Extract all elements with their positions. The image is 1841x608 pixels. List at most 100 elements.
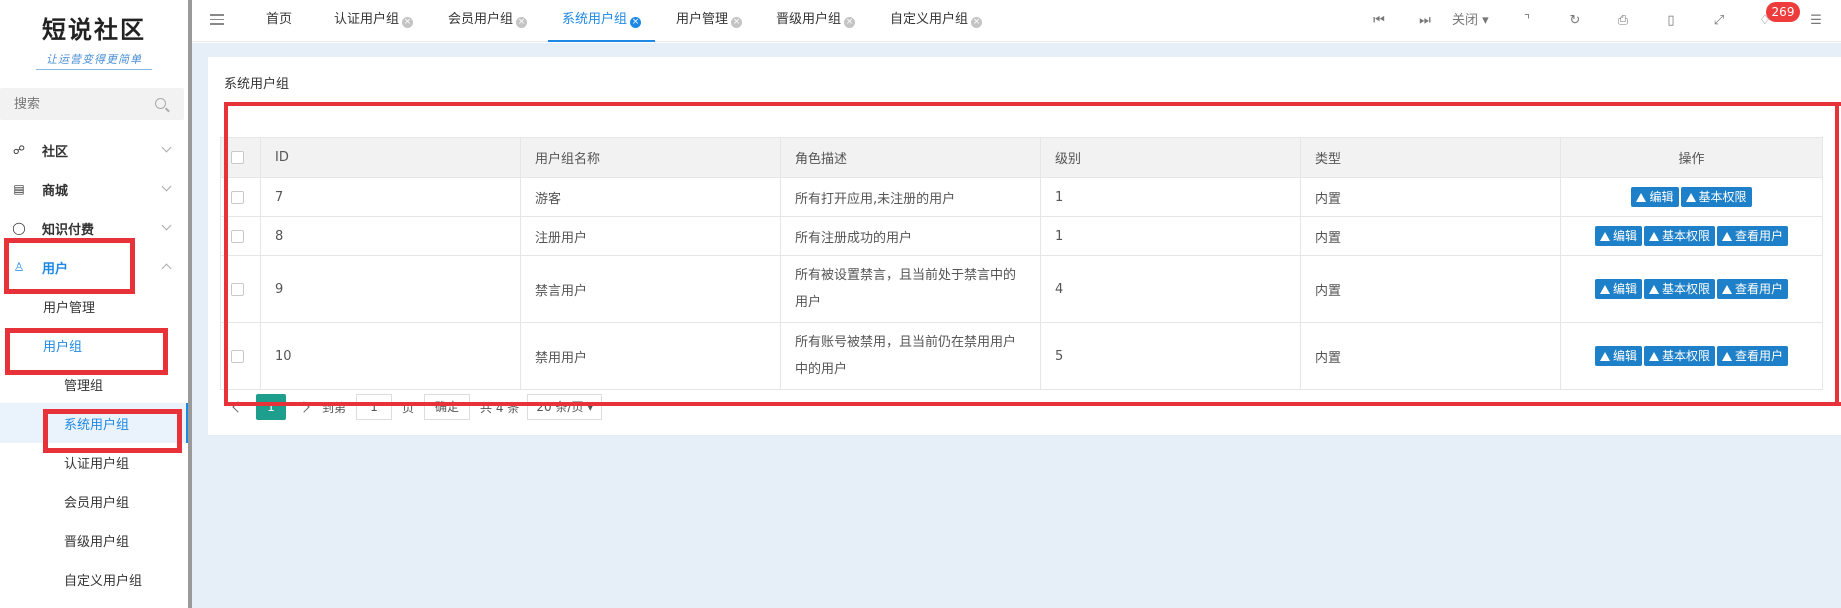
goto-page-input[interactable]: 1: [356, 394, 393, 420]
button-label: 基本权限: [1661, 229, 1710, 243]
tab-label: 自定义用户组: [890, 12, 969, 27]
tab-custom-group[interactable]: 自定义用户组 ×: [890, 0, 983, 42]
tab-member-group[interactable]: 会员用户组 ×: [448, 0, 528, 42]
cell-type: 内置: [1300, 177, 1561, 217]
close-icon[interactable]: ×: [630, 17, 642, 28]
sidebar-item-system-group[interactable]: 系统用户组: [0, 403, 189, 443]
chevron-down-icon: [161, 181, 172, 192]
cell-level: 5: [1040, 322, 1301, 390]
tab-home[interactable]: 首页: [266, 0, 292, 42]
sidebar-item-promotion-group[interactable]: 晋级用户组: [0, 520, 188, 560]
search-input[interactable]: [0, 88, 150, 120]
edit-button[interactable]: 编辑: [1631, 187, 1679, 207]
cell-level: 1: [1040, 216, 1301, 256]
main-area: 系统用户组 ID 用户组名称 角色描述 级别 类型 操作 7 游客 所有打开应用…: [192, 43, 1841, 608]
cell-id: 10: [260, 322, 521, 390]
mobile-icon[interactable]: ▯: [1662, 12, 1680, 30]
tab-label: 晋级用户组: [776, 12, 842, 27]
cell-name: 注册用户: [520, 216, 781, 256]
row-checkbox-cell: [220, 177, 261, 217]
tab-system-group[interactable]: 系统用户组 ×: [548, 0, 656, 42]
sidebar-item-knowledge[interactable]: ◯ 知识付费: [0, 208, 184, 248]
sidebar-item-store[interactable]: ▤ 商城: [0, 169, 184, 209]
tab-user-manage[interactable]: 用户管理 ×: [676, 0, 743, 42]
row-checkbox[interactable]: [231, 190, 244, 204]
close-icon[interactable]: ×: [731, 17, 743, 28]
refresh-icon[interactable]: ↻: [1566, 12, 1584, 30]
edit-button[interactable]: 编辑: [1594, 226, 1642, 246]
row-checkbox[interactable]: [231, 282, 244, 296]
prev-page-icon[interactable]: [232, 401, 244, 413]
highlight-box-edge: [1835, 102, 1839, 406]
page-size-select[interactable]: 20 条/页 ▾: [527, 394, 603, 420]
goto-confirm-button[interactable]: 确定: [424, 394, 471, 420]
more-menu-icon[interactable]: ☰: [1807, 12, 1825, 30]
view-users-button[interactable]: 查看用户: [1717, 346, 1789, 366]
user-icon: ♙: [13, 260, 25, 274]
tab-verified-group[interactable]: 认证用户组 ×: [334, 0, 414, 42]
close-icon[interactable]: ×: [516, 17, 528, 28]
sidebar-search[interactable]: [0, 88, 184, 120]
tab-label: 会员用户组: [448, 12, 514, 27]
cell-level: 4: [1040, 255, 1301, 323]
warning-icon: [1722, 352, 1732, 361]
sidebar: 短说社区 让运营变得更简单 ☍ 社区 ▤ 商城 ◯ 知识付费 ♙ 用户 用户管理…: [0, 0, 189, 608]
warning-icon: [1722, 285, 1732, 294]
button-label: 查看用户: [1735, 229, 1784, 243]
cell-desc: 所有账号被禁用，且当前仍在禁用用户中的用户: [780, 322, 1041, 390]
column-header: 类型: [1300, 137, 1561, 178]
page-size-label: 20 条/页: [536, 400, 584, 414]
tab-label: 认证用户组: [334, 12, 400, 27]
sidebar-item-user-group[interactable]: 用户组: [0, 325, 188, 365]
table-row: 9 禁言用户 所有被设置禁言，且当前处于禁言中的用户 4 内置 编辑 基本权限 查看…: [220, 255, 1823, 323]
sidebar-item-admin-group[interactable]: 管理组: [0, 364, 188, 404]
button-label: 基本权限: [1698, 190, 1747, 204]
sidebar-item-user-manage[interactable]: 用户管理: [0, 286, 188, 326]
rewind-icon[interactable]: ⏮: [1370, 12, 1388, 30]
sidebar-item-label: 知识付费: [42, 222, 95, 238]
fullscreen-icon[interactable]: ⤢: [1710, 12, 1728, 30]
cell-desc: 所有打开应用,未注册的用户: [780, 177, 1041, 217]
close-dropdown[interactable]: 关闭 ▾: [1452, 12, 1502, 30]
sidebar-item-verified-group[interactable]: 认证用户组: [0, 442, 188, 482]
permission-button[interactable]: 基本权限: [1643, 346, 1715, 366]
row-checkbox[interactable]: [231, 349, 244, 363]
permission-button[interactable]: 基本权限: [1643, 226, 1715, 246]
view-users-button[interactable]: 查看用户: [1717, 279, 1789, 299]
search-icon[interactable]: [155, 98, 166, 109]
tab-label: 用户管理: [676, 12, 729, 27]
permission-button[interactable]: 基本权限: [1643, 279, 1715, 299]
tab-promotion-group[interactable]: 晋级用户组 ×: [776, 0, 856, 42]
menu-fold-icon[interactable]: [210, 14, 224, 26]
logo-subtitle: 让运营变得更简单: [46, 53, 142, 66]
exit-icon[interactable]: ⌝: [1518, 12, 1536, 30]
logo-underline: [36, 69, 152, 70]
permission-button[interactable]: 基本权限: [1680, 187, 1752, 207]
sidebar-item-label: 用户管理: [43, 301, 96, 316]
row-checkbox-cell: [220, 322, 261, 390]
sidebar-item-label: 用户组: [43, 340, 83, 355]
sidebar-item-custom-group[interactable]: 自定义用户组: [0, 559, 188, 599]
bulb-icon: ◯: [12, 221, 26, 235]
forward-icon[interactable]: ⏭: [1416, 12, 1434, 30]
sidebar-item-member-group[interactable]: 会员用户组: [0, 481, 188, 521]
sidebar-item-community[interactable]: ☍ 社区: [0, 130, 184, 170]
sidebar-item-label: 会员用户组: [64, 496, 130, 511]
close-icon[interactable]: ×: [844, 17, 856, 28]
close-icon[interactable]: ×: [971, 17, 983, 28]
page-number-current[interactable]: 1: [256, 394, 286, 420]
notification-badge: 269: [1766, 2, 1800, 22]
next-page-icon[interactable]: [298, 401, 310, 413]
sidebar-item-label: 自定义用户组: [64, 574, 143, 589]
caret-down-icon: ▾: [1482, 13, 1489, 28]
row-checkbox[interactable]: [231, 229, 244, 243]
edit-button[interactable]: 编辑: [1594, 346, 1642, 366]
close-icon[interactable]: ×: [402, 17, 414, 28]
cell-type: 内置: [1300, 216, 1561, 256]
printer-icon[interactable]: ⎙: [1614, 12, 1632, 30]
column-header: 级别: [1040, 137, 1301, 178]
view-users-button[interactable]: 查看用户: [1717, 226, 1789, 246]
sidebar-item-user[interactable]: ♙ 用户: [0, 247, 184, 287]
edit-button[interactable]: 编辑: [1594, 279, 1642, 299]
select-all-checkbox[interactable]: [231, 151, 244, 164]
